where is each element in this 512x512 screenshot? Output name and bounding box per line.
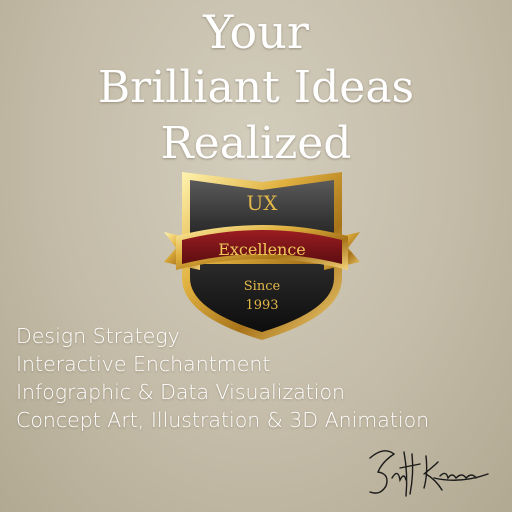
headline: Your Brilliant Ideas Realized [0, 4, 512, 172]
badge-top-text: UX [246, 191, 278, 215]
headline-line-3: Realized [160, 118, 352, 169]
service-item: Concept Art, Illustration & 3D Animation [16, 408, 430, 432]
badge-since-text: Since [244, 279, 281, 294]
service-item: Infographic & Data Visualization [16, 380, 346, 404]
signature-icon [369, 450, 489, 497]
badge-year-text: 1993 [245, 298, 278, 313]
service-item: Design Strategy [16, 324, 180, 348]
service-item: Interactive Enchantment [16, 352, 271, 376]
headline-line-2: Brilliant Ideas [97, 62, 415, 113]
services-list: Design Strategy Interactive Enchantment … [16, 322, 429, 434]
headline-line-1: Your [203, 5, 309, 59]
ux-excellence-badge: UX Excellence Since 1993 [164, 172, 360, 340]
badge-ribbon-text: Excellence [218, 240, 306, 259]
